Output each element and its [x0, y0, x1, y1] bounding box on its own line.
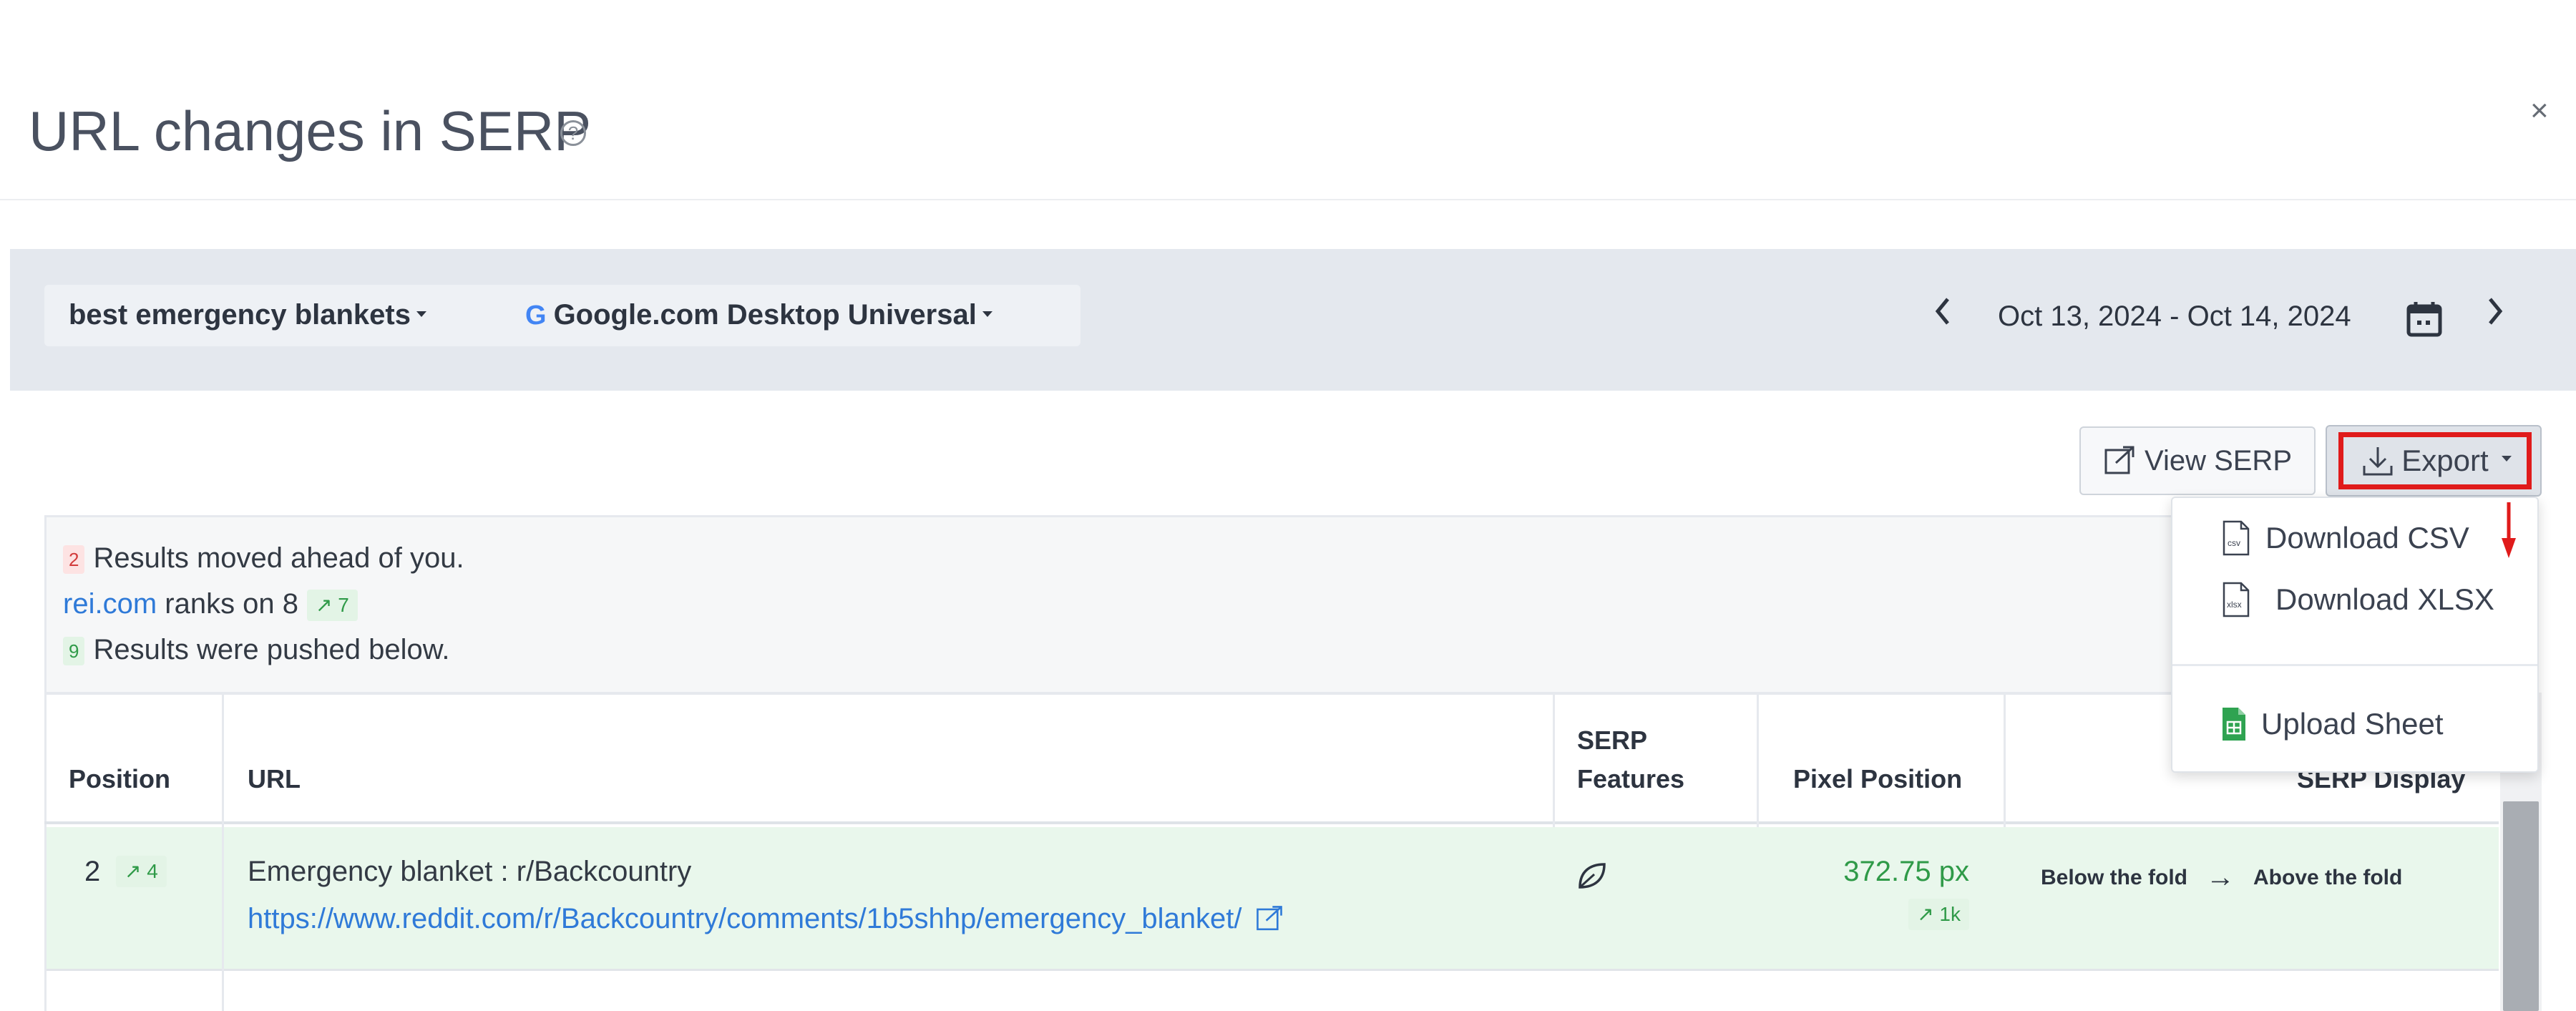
pixel-change-badge: ↗ 1k: [1908, 899, 1969, 930]
export-button-content[interactable]: Export: [2346, 438, 2527, 484]
caret-down-icon: [416, 311, 426, 318]
export-label: Export: [2401, 444, 2489, 477]
serp-display-change: Below the fold → Above the fold: [2041, 861, 2402, 894]
close-button[interactable]: ×: [2530, 93, 2549, 129]
menu-item-upload-sheet[interactable]: Upload Sheet: [2221, 703, 2444, 746]
summary-ahead: 2 Results moved ahead of you.: [63, 538, 464, 578]
column-divider: [1553, 694, 1555, 827]
chevron-left-icon: [1935, 298, 1949, 325]
date-range-label[interactable]: Oct 13, 2024 - Oct 14, 2024: [1998, 296, 2351, 336]
header-divider: [0, 199, 2576, 200]
ranks-text: ranks on 8: [157, 588, 299, 620]
result-url: https://www.reddit.com/r/Backcountry/com…: [248, 899, 1284, 939]
caret-down-icon: [2501, 456, 2512, 461]
column-divider: [2004, 694, 2006, 827]
table-row[interactable]: [47, 827, 2499, 969]
ahead-text: Results moved ahead of you.: [93, 542, 464, 574]
view-serp-label: View SERP: [2144, 444, 2292, 477]
view-serp-button[interactable]: View SERP: [2079, 426, 2316, 495]
below-text: Results were pushed below.: [93, 634, 450, 665]
calendar-icon[interactable]: [2404, 299, 2444, 339]
annotation-arrow-icon: [2500, 502, 2517, 560]
header-serp-features-line2[interactable]: Features: [1577, 760, 1684, 798]
search-engine-dropdown[interactable]: G Google.com Desktop Universal: [525, 295, 992, 336]
menu-item-label: Download XLSX: [2275, 582, 2494, 616]
domain-link[interactable]: rei.com: [63, 588, 157, 620]
pixel-change-wrapper: ↗ 1k: [1880, 899, 1969, 930]
chevron-right-icon: [2489, 298, 2503, 325]
table-header: [44, 693, 2499, 824]
summary-rank: rei.com ranks on 8 ↗ 7: [63, 584, 358, 624]
summary-below: 9 Results were pushed below.: [63, 630, 450, 670]
arrow-right-icon: →: [2206, 861, 2235, 893]
download-icon: [2363, 447, 2393, 476]
svg-text:csv: csv: [2228, 538, 2240, 548]
csv-file-icon: csv: [2223, 520, 2250, 556]
header-url[interactable]: URL: [248, 760, 301, 798]
help-icon[interactable]: ?: [560, 120, 586, 146]
dialog-title: URL changes in SERP: [29, 99, 592, 162]
xlsx-file-icon: xlsx: [2223, 582, 2250, 617]
menu-item-label: Download CSV: [2265, 521, 2469, 555]
keyword-label: best emergency blankets: [69, 299, 411, 331]
header-serp-features-line1[interactable]: SERP: [1577, 721, 1647, 760]
header-position[interactable]: Position: [69, 760, 170, 798]
search-engine-label: Google.com Desktop Universal: [553, 299, 977, 331]
external-link-icon[interactable]: [1255, 904, 1284, 933]
column-divider: [222, 827, 224, 1011]
google-logo-icon: G: [525, 301, 547, 331]
keyword-dropdown[interactable]: best emergency blankets: [69, 295, 426, 335]
external-link-icon: [2104, 446, 2135, 474]
previous-date-button[interactable]: [1932, 293, 1953, 338]
svg-text:xlsx: xlsx: [2227, 600, 2242, 610]
result-title: Emergency blanket : r/Backcountry: [248, 856, 692, 887]
menu-item-download-csv[interactable]: csv Download CSV: [2221, 517, 2469, 560]
menu-item-label: Upload Sheet: [2261, 707, 2444, 741]
menu-item-download-xlsx[interactable]: xlsx Download XLSX: [2221, 578, 2494, 621]
position-change-badge: ↗ 4: [116, 856, 167, 887]
next-date-button[interactable]: [2484, 293, 2506, 338]
caret-down-icon: [982, 311, 992, 318]
google-sheets-icon: [2223, 708, 2245, 741]
result-url-link[interactable]: https://www.reddit.com/r/Backcountry/com…: [248, 899, 1242, 939]
column-divider: [1757, 694, 1759, 827]
ahead-count-badge: 2: [63, 545, 85, 575]
pixel-position-value: 372.75 px: [1843, 856, 1969, 887]
scrollbar-thumb[interactable]: [2503, 801, 2539, 1011]
row-divider: [47, 969, 2499, 971]
display-to: Above the fold: [2253, 865, 2403, 889]
row-position: 2: [84, 856, 101, 887]
below-count-badge: 9: [63, 637, 85, 666]
rank-change-badge: ↗ 7: [307, 590, 358, 622]
leaf-icon: [1574, 859, 1609, 897]
header-pixel-position[interactable]: Pixel Position: [1793, 760, 1962, 798]
menu-divider: [2172, 664, 2537, 666]
display-from: Below the fold: [2041, 865, 2187, 889]
